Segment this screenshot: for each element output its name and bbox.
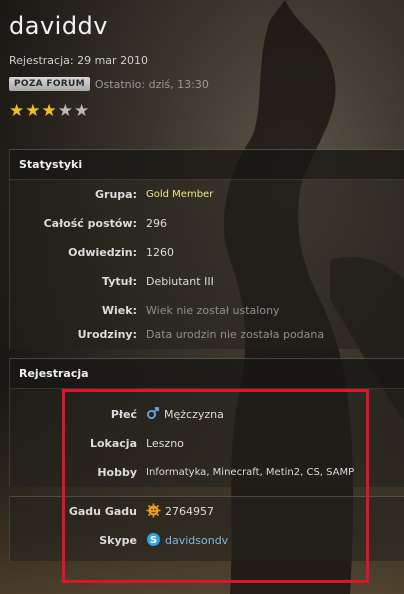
posts-value: 296	[146, 217, 167, 230]
age-value: Wiek nie został ustalony	[146, 304, 280, 317]
online-status: POZA FORUM Ostatnio: dziś, 13:30	[9, 77, 209, 91]
gadu-gadu-icon	[146, 503, 161, 521]
registration-title: Rejestracja	[10, 359, 404, 389]
last-seen: Ostatnio: dziś, 13:30	[94, 77, 209, 91]
row-label: Płeć	[110, 408, 137, 421]
contact-row-gadu-gadu: Gadu Gadu 2764957	[10, 497, 404, 526]
skype-name: davidsondv	[165, 534, 229, 547]
row-label: Tytuł:	[102, 275, 137, 288]
status-badge: POZA FORUM	[9, 77, 90, 91]
gadu-gadu-value[interactable]: 2764957	[146, 503, 214, 521]
stats-row-group: Grupa: Gold Member	[10, 180, 404, 209]
title-value: Debiutant III	[146, 275, 214, 288]
star-empty-icon: ★	[74, 101, 90, 121]
reg-row-hobby: Hobby Informatyka, Minecraft, Metin2, CS…	[10, 458, 404, 487]
male-icon	[146, 406, 160, 423]
star-filled-icon: ★	[9, 101, 25, 121]
row-label: Gadu Gadu	[68, 505, 137, 518]
row-label: Wiek:	[101, 304, 137, 317]
star-filled-icon: ★	[25, 101, 41, 121]
row-label: Skype	[99, 534, 137, 547]
gender-text: Mężczyzna	[164, 408, 224, 421]
stats-row-posts: Całość postów: 296	[10, 209, 404, 238]
username: daviddv	[9, 12, 108, 40]
hobby-value: Informatyka, Minecraft, Metin2, CS, SAMP	[146, 467, 355, 478]
contact-row-skype: Skype S davidsondv	[10, 526, 404, 555]
skype-icon: S	[146, 532, 161, 550]
group-value[interactable]: Gold Member	[146, 189, 213, 200]
stats-title: Statystyki	[10, 150, 404, 180]
star-filled-icon: ★	[41, 101, 57, 121]
registration-panel: Rejestracja Płeć Mężczyzna Lokacja Leszn…	[9, 358, 404, 487]
stats-panel: Statystyki Grupa: Gold Member Całość pos…	[9, 149, 404, 349]
row-label: Odwiedzin:	[68, 246, 137, 259]
row-label: Grupa:	[95, 188, 137, 201]
svg-text:S: S	[150, 535, 157, 546]
contact-panel: Gadu Gadu 2764957 Skype S davidsondv	[9, 496, 404, 561]
row-label: Hobby	[97, 466, 137, 479]
birthday-value: Data urodzin nie została podana	[146, 328, 325, 341]
reg-row-location: Lokacja Leszno	[10, 429, 404, 458]
registration-date: Rejestracja: 29 mar 2010	[9, 54, 149, 67]
stats-row-title: Tytuł: Debiutant III	[10, 267, 404, 296]
visits-value: 1260	[146, 246, 174, 259]
reg-row-gender: Płeć Mężczyzna	[10, 400, 404, 429]
row-label: Lokacja	[89, 437, 137, 450]
gender-value: Mężczyzna	[146, 406, 224, 423]
stats-row-visits: Odwiedzin: 1260	[10, 238, 404, 267]
rating-stars: ★ ★ ★ ★ ★	[9, 103, 89, 120]
star-empty-icon: ★	[57, 101, 73, 121]
gadu-gadu-number: 2764957	[165, 505, 214, 518]
stats-row-birthday: Urodziny: Data urodzin nie została podan…	[10, 320, 404, 349]
skype-value[interactable]: S davidsondv	[146, 532, 228, 550]
row-label: Urodziny:	[77, 328, 137, 341]
row-label: Całość postów:	[43, 217, 137, 230]
location-value: Leszno	[146, 437, 184, 450]
